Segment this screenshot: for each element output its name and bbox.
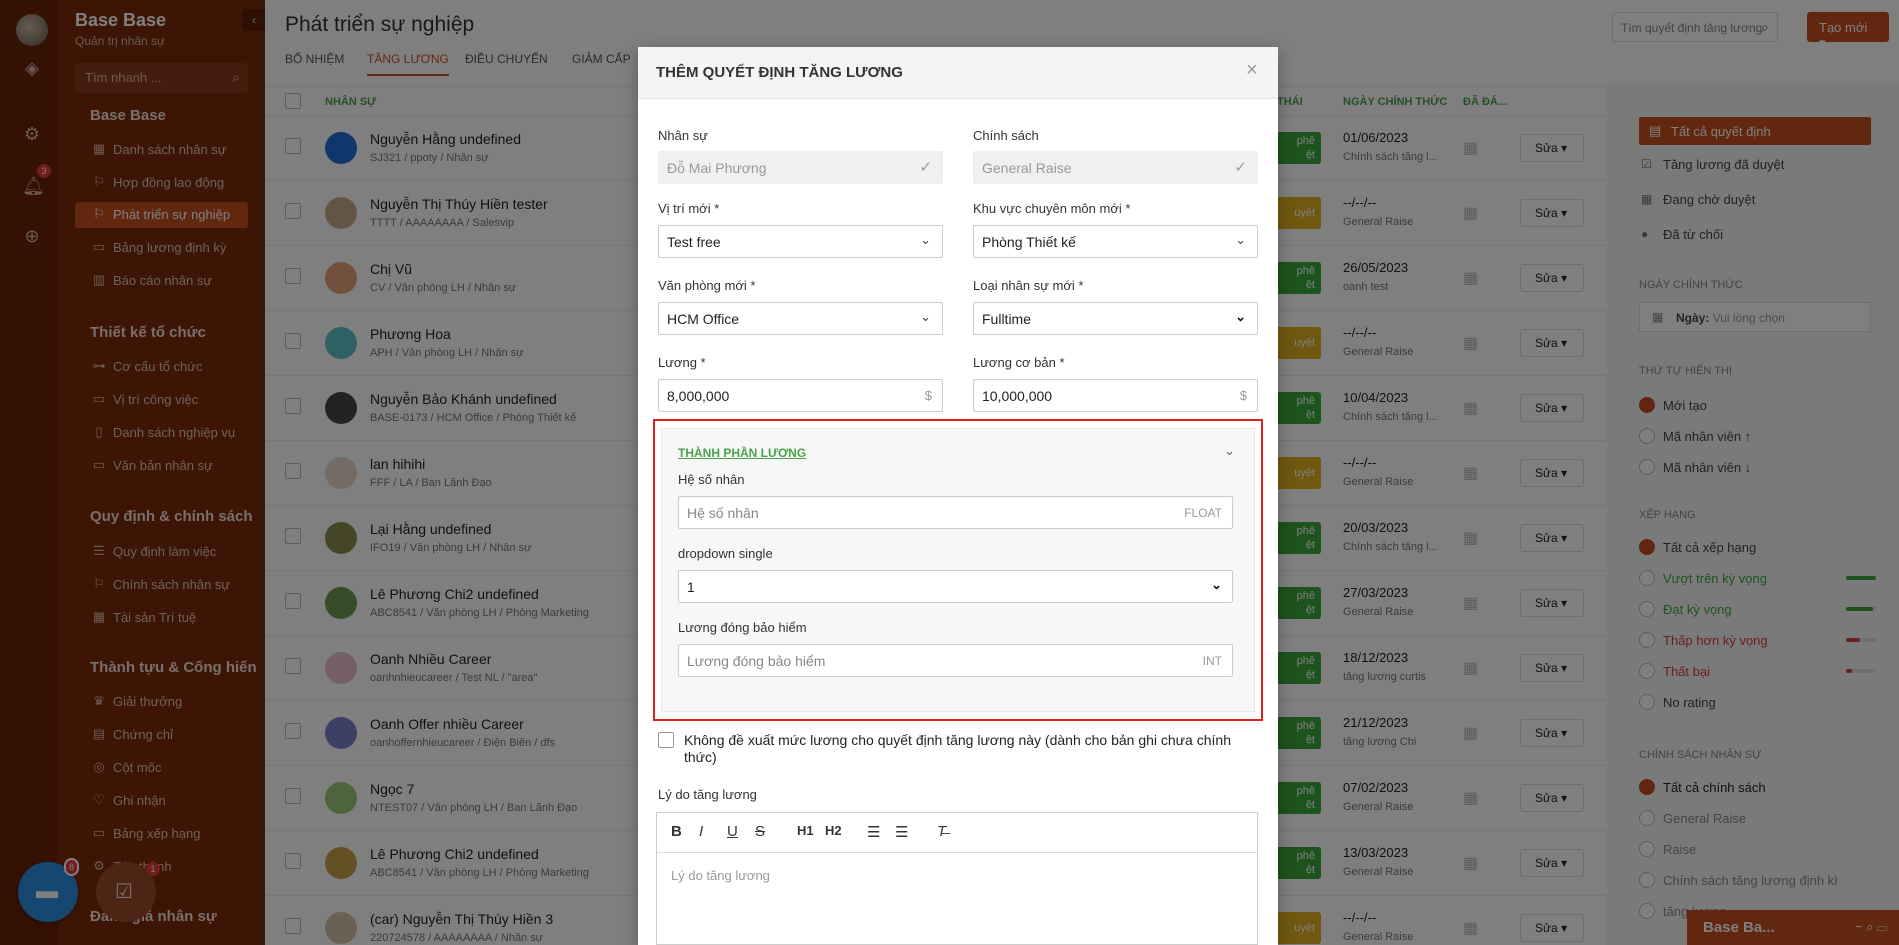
- base-salary-input[interactable]: 10,000,000 $: [973, 379, 1258, 412]
- reason-label: Lý do tăng lương: [658, 787, 757, 802]
- chevron-down-icon[interactable]: ⌄: [1224, 443, 1235, 459]
- close-icon[interactable]: ×: [1246, 59, 1258, 82]
- salary-label: Lương *: [658, 355, 706, 370]
- reason-editor[interactable]: B I U S H1 H2 ☰ ☰ T̶ Lý do tăng lương: [656, 812, 1258, 945]
- check-icon: ✓: [1234, 159, 1247, 176]
- staff-type-label: Loại nhân sự mới *: [973, 278, 1084, 293]
- add-raise-decision-modal: THÊM QUYẾT ĐỊNH TĂNG LƯƠNG × Nhân sự Đỗ …: [638, 47, 1278, 945]
- clear-format-icon[interactable]: T̶: [937, 823, 946, 840]
- policy-label: Chính sách: [973, 128, 1039, 143]
- no-propose-checkbox[interactable]: [658, 732, 674, 748]
- position-label: Vị trí mới *: [658, 201, 720, 216]
- office-value: HCM Office: [667, 311, 740, 327]
- underline-icon[interactable]: U: [727, 823, 738, 840]
- dropdown-value: 1: [687, 579, 695, 595]
- strikethrough-icon[interactable]: S: [755, 823, 765, 840]
- caret-down-icon: ⌄: [1235, 309, 1246, 324]
- staff-value: Đỗ Mai Phương: [667, 160, 767, 176]
- area-select[interactable]: Phòng Thiết kế ⌄: [973, 225, 1258, 258]
- policy-value: General Raise: [982, 160, 1072, 176]
- editor-toolbar: B I U S H1 H2 ☰ ☰ T̶: [657, 813, 1257, 853]
- currency-suffix: $: [1239, 388, 1247, 403]
- area-value: Phòng Thiết kế: [982, 234, 1076, 250]
- staff-field: Đỗ Mai Phương ✓: [658, 151, 943, 184]
- type-suffix: INT: [1202, 654, 1222, 668]
- staff-label: Nhân sự: [658, 128, 708, 143]
- modal-header: THÊM QUYẾT ĐỊNH TĂNG LƯƠNG ×: [638, 47, 1278, 99]
- reason-placeholder: Lý do tăng lương: [671, 868, 770, 883]
- bold-icon[interactable]: B: [671, 823, 682, 840]
- coefficient-label: Hệ số nhân: [678, 472, 745, 487]
- coefficient-placeholder: Hệ số nhân: [687, 505, 759, 521]
- coefficient-input[interactable]: Hệ số nhân FLOAT: [678, 496, 1233, 529]
- chevron-down-icon: ⌄: [920, 232, 931, 247]
- caret-down-icon: ⌄: [1211, 577, 1222, 592]
- bullet-list-icon[interactable]: ☰: [895, 823, 908, 841]
- staff-type-value: Fulltime: [982, 311, 1032, 327]
- insurance-salary-input[interactable]: Lương đóng bảo hiểm INT: [678, 644, 1233, 677]
- position-select[interactable]: Test free ⌄: [658, 225, 943, 258]
- modal-title: THÊM QUYẾT ĐỊNH TĂNG LƯƠNG: [656, 64, 903, 81]
- italic-icon[interactable]: I: [699, 823, 703, 840]
- base-salary-label: Lương cơ bản *: [973, 355, 1065, 370]
- insurance-salary-label: Lương đóng bảo hiểm: [678, 620, 807, 635]
- area-label: Khu vực chuyên môn mới *: [973, 201, 1131, 216]
- check-icon: ✓: [919, 159, 932, 176]
- office-select[interactable]: HCM Office ⌄: [658, 302, 943, 335]
- highlight-box: THÀNH PHẦN LƯƠNG ⌄ Hệ số nhân Hệ số nhân…: [653, 419, 1263, 721]
- salary-input[interactable]: 8,000,000 $: [658, 379, 943, 412]
- position-value: Test free: [667, 234, 721, 250]
- ordered-list-icon[interactable]: ☰: [867, 823, 880, 841]
- salary-components-toggle[interactable]: THÀNH PHẦN LƯƠNG: [678, 446, 806, 460]
- chevron-down-icon: ⌄: [1235, 232, 1246, 247]
- insurance-placeholder: Lương đóng bảo hiểm: [687, 653, 826, 669]
- staff-type-select[interactable]: Fulltime ⌄: [973, 302, 1258, 335]
- salary-value: 8,000,000: [667, 388, 730, 404]
- dropdown-single-select[interactable]: 1 ⌄: [678, 570, 1233, 603]
- office-label: Văn phòng mới *: [658, 278, 756, 293]
- chevron-down-icon: ⌄: [920, 309, 931, 324]
- policy-field: General Raise ✓: [973, 151, 1258, 184]
- type-suffix: FLOAT: [1184, 506, 1222, 520]
- dropdown-label: dropdown single: [678, 546, 773, 561]
- salary-components-panel: THÀNH PHẦN LƯƠNG ⌄ Hệ số nhân Hệ số nhân…: [661, 428, 1255, 712]
- heading2-icon[interactable]: H2: [825, 823, 842, 838]
- heading1-icon[interactable]: H1: [797, 823, 814, 838]
- currency-suffix: $: [924, 388, 932, 403]
- no-propose-label[interactable]: Không đề xuất mức lương cho quyết định t…: [684, 732, 1244, 766]
- base-salary-value: 10,000,000: [982, 388, 1053, 404]
